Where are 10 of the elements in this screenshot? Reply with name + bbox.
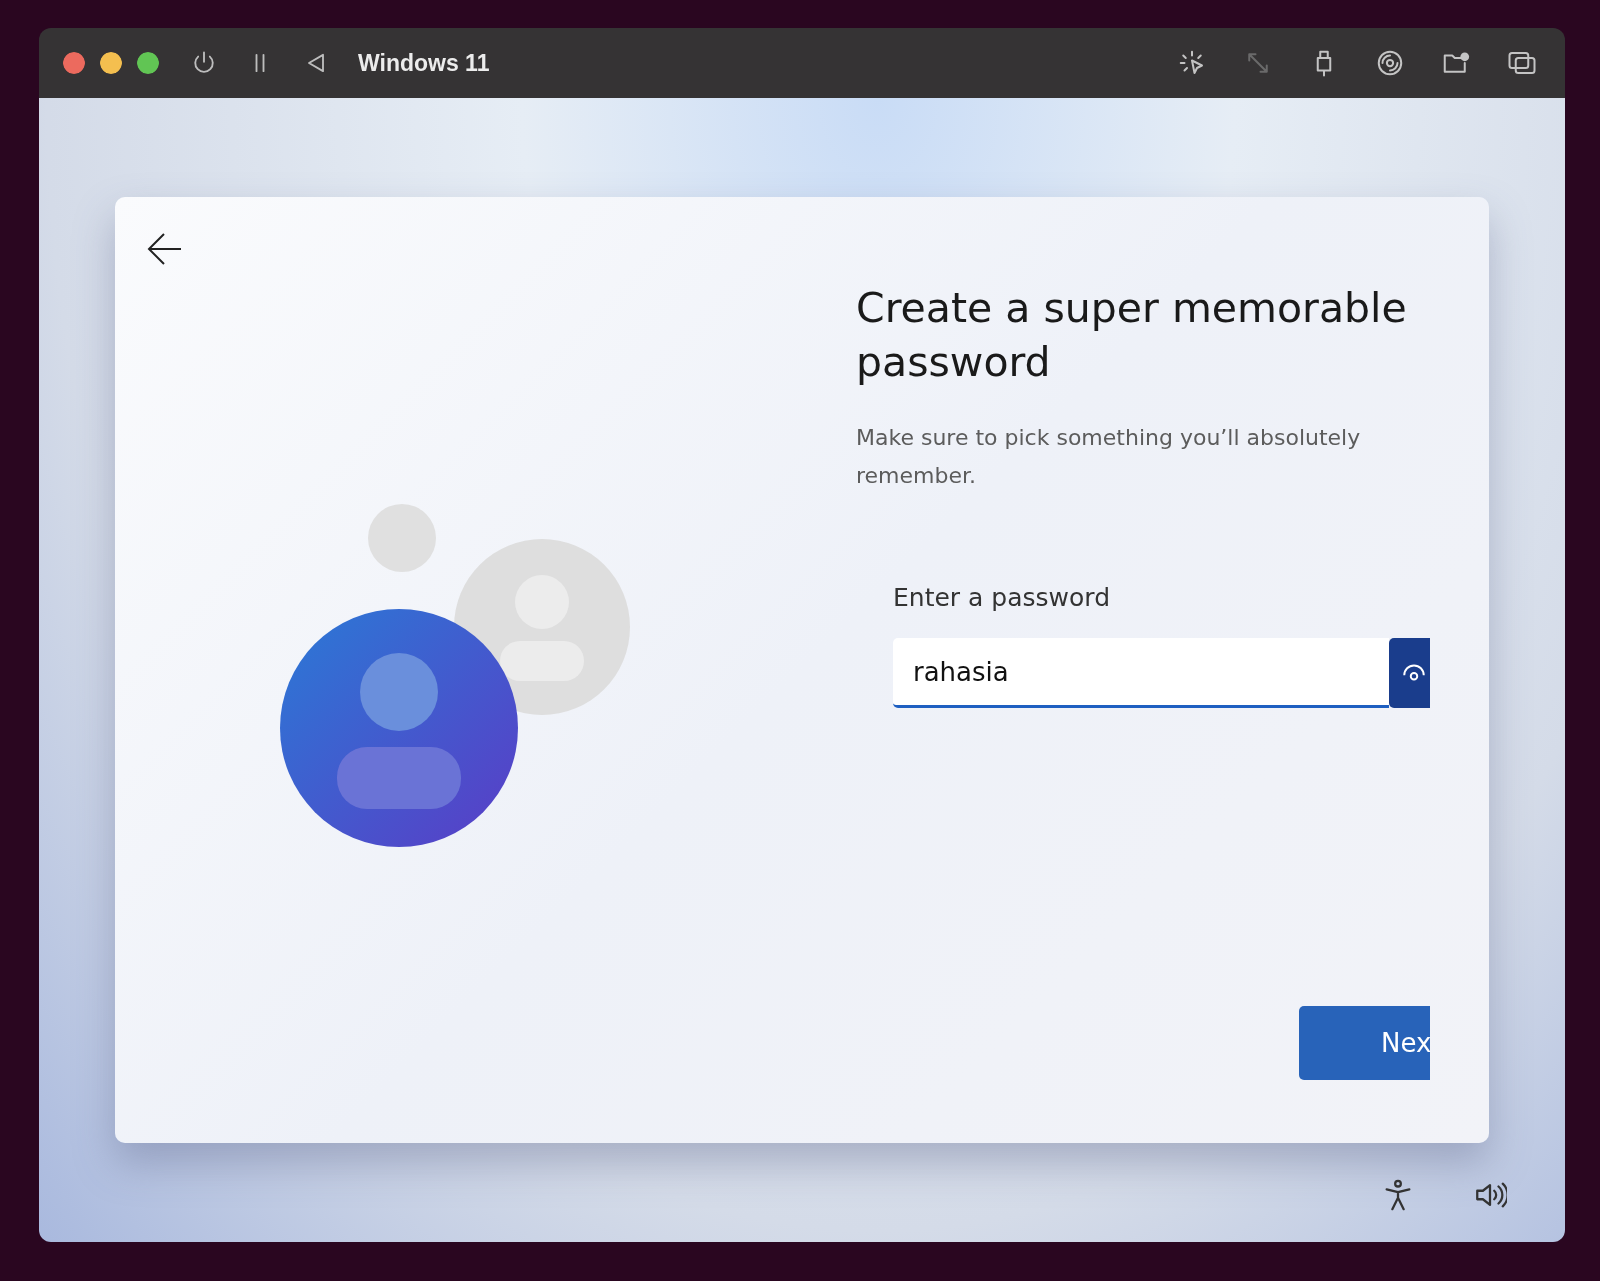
minimize-button[interactable]: [100, 52, 122, 74]
window-title: Windows 11: [358, 49, 490, 77]
description-text: Make sure to pick something you’ll absolutely remember.: [856, 424, 1362, 490]
disc-icon[interactable]: [1375, 48, 1405, 78]
close-button[interactable]: [63, 52, 85, 74]
page-heading: Create a super memorable password: [856, 283, 1408, 388]
zoom-button[interactable]: [137, 52, 159, 74]
next-button[interactable]: Nex: [1299, 1006, 1430, 1080]
password-field[interactable]: rahasia: [893, 638, 1389, 708]
field-label: Enter a password: [893, 583, 1111, 612]
